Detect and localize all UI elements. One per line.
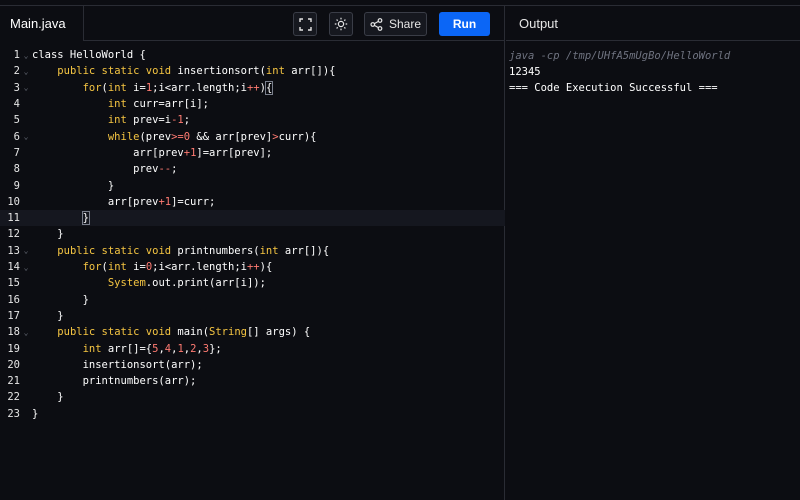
code-text: public static void printnumbers(int arr[…	[57, 244, 330, 257]
line-number: 19	[7, 342, 20, 355]
code-line: 20 insertionsort(arr);	[0, 357, 505, 373]
code-line: 6 ⌄ while(prev>=0 && arr[prev]>curr){	[0, 129, 505, 145]
code-text: }	[32, 391, 64, 404]
code-text: while(prev>=0 && arr[prev]>curr){	[107, 130, 317, 143]
theme-toggle-button[interactable]	[329, 12, 353, 36]
fold-icon[interactable]: ⌄	[20, 328, 32, 337]
code-text: }	[32, 407, 39, 420]
line-number: 15	[7, 277, 20, 290]
line-number: 20	[7, 358, 20, 371]
line-number: 23	[7, 407, 20, 420]
code-text: int prev=i-1;	[107, 114, 191, 127]
code-text: arr[prev+1]=arr[prev];	[133, 146, 273, 159]
share-icon	[370, 17, 383, 31]
code-line: 19 int arr[]={5,4,1,2,3};	[0, 340, 505, 356]
code-line: 1 ⌄ class HelloWorld {	[0, 47, 505, 63]
line-number: 17	[7, 309, 20, 322]
code-text: class HelloWorld {	[32, 49, 146, 62]
code-line: 7 arr[prev+1]=arr[prev];	[0, 145, 505, 161]
output-status: === Code Execution Successful ===	[509, 82, 718, 94]
share-button[interactable]: Share	[364, 12, 427, 36]
code-text: System.out.print(arr[i]);	[107, 277, 266, 290]
code-text: public static void main(String[] args) {	[57, 326, 311, 339]
text-cursor	[88, 211, 90, 225]
code-line: 18 ⌄ public static void main(String[] arg…	[0, 324, 505, 340]
code-text: int curr=arr[i];	[107, 98, 210, 111]
code-line: 2 ⌄ public static void insertionsort(int …	[0, 63, 505, 79]
code-text: prev--;	[133, 163, 178, 176]
fold-icon[interactable]: ⌄	[20, 132, 32, 141]
code-text: arr[prev+1]=curr;	[107, 195, 216, 208]
code-text: }	[32, 309, 64, 322]
file-tab-label: Main.java	[10, 16, 66, 31]
code-line: 15 System.out.print(arr[i]);	[0, 275, 505, 291]
line-number: 21	[7, 375, 20, 388]
code-text: for(int i=0;i<arr.length;i++){	[82, 261, 273, 274]
line-number: 2	[13, 65, 20, 78]
run-label: Run	[452, 17, 477, 31]
sun-icon	[334, 17, 348, 31]
output-header: Output	[506, 6, 800, 41]
file-tab-main-java[interactable]: Main.java	[0, 6, 84, 42]
line-number: 13	[7, 244, 20, 257]
line-number: 3	[13, 81, 20, 94]
code-line: 13 ⌄ public static void printnumbers(int …	[0, 243, 505, 259]
line-number: 22	[7, 391, 20, 404]
fold-icon[interactable]: ⌄	[20, 263, 32, 272]
code-text: }	[32, 293, 89, 306]
line-number: 10	[7, 195, 20, 208]
code-text: public static void insertionsort(int arr…	[57, 65, 336, 78]
code-line: 5 int prev=i-1;	[0, 112, 505, 128]
editor-pane: Main.java Share Run 1 ⌄ class HelloWorld …	[0, 6, 505, 500]
code-text: for(int i=1;i<arr.length;i++){	[82, 80, 274, 95]
code-line-active: 11 }	[0, 210, 505, 227]
line-number: 5	[13, 114, 20, 127]
code-line: 3 ⌄ for(int i=1;i<arr.length;i++){	[0, 80, 505, 96]
line-number: 12	[7, 228, 20, 241]
fold-icon[interactable]: ⌄	[20, 246, 32, 255]
line-number: 9	[13, 179, 20, 192]
fold-icon[interactable]: ⌄	[20, 67, 32, 76]
code-line: 4 int curr=arr[i];	[0, 96, 505, 112]
fold-icon[interactable]: ⌄	[20, 51, 32, 60]
output-console[interactable]: java -cp /tmp/UHfA5mUgBo/HelloWorld 1234…	[509, 48, 730, 96]
code-text: printnumbers(arr);	[32, 375, 197, 388]
fold-icon[interactable]: ⌄	[20, 83, 32, 92]
line-number: 4	[13, 98, 20, 111]
code-text: insertionsort(arr);	[32, 358, 203, 371]
share-label: Share	[388, 17, 422, 31]
line-number: 1	[13, 49, 20, 62]
code-line: 16 }	[0, 292, 505, 308]
code-line: 9 }	[0, 177, 505, 193]
code-line: 22 }	[0, 389, 505, 405]
code-line: 17 }	[0, 308, 505, 324]
line-number: 6	[13, 130, 20, 143]
code-text: int arr[]={5,4,1,2,3};	[82, 342, 222, 355]
editor-toolbar: Main.java Share Run	[0, 6, 505, 42]
code-line: 8 prev--;	[0, 161, 505, 177]
code-line: 14 ⌄ for(int i=0;i<arr.length;i++){	[0, 259, 505, 275]
output-command: java -cp /tmp/UHfA5mUgBo/HelloWorld	[509, 50, 731, 62]
code-line: 21 printnumbers(arr);	[0, 373, 505, 389]
fullscreen-icon	[298, 17, 312, 31]
run-button[interactable]: Run	[439, 12, 490, 36]
line-number: 11	[7, 212, 20, 225]
code-line: 23 }	[0, 406, 505, 422]
code-text: }	[32, 228, 64, 241]
code-line: 10 arr[prev+1]=curr;	[0, 194, 505, 210]
output-result: 12345	[509, 66, 541, 78]
line-number: 7	[13, 146, 20, 159]
code-text: }	[81, 211, 90, 226]
line-number: 18	[7, 326, 20, 339]
code-line: 12 }	[0, 226, 505, 242]
line-number: 16	[7, 293, 20, 306]
line-number: 14	[7, 261, 20, 274]
output-pane: Output java -cp /tmp/UHfA5mUgBo/HelloWor…	[506, 6, 800, 500]
code-editor[interactable]: 1 ⌄ class HelloWorld { 2 ⌄ public static v…	[0, 42, 505, 500]
fullscreen-button[interactable]	[293, 12, 317, 36]
code-text: }	[32, 179, 115, 192]
line-number: 8	[13, 163, 20, 176]
output-title: Output	[519, 15, 559, 31]
